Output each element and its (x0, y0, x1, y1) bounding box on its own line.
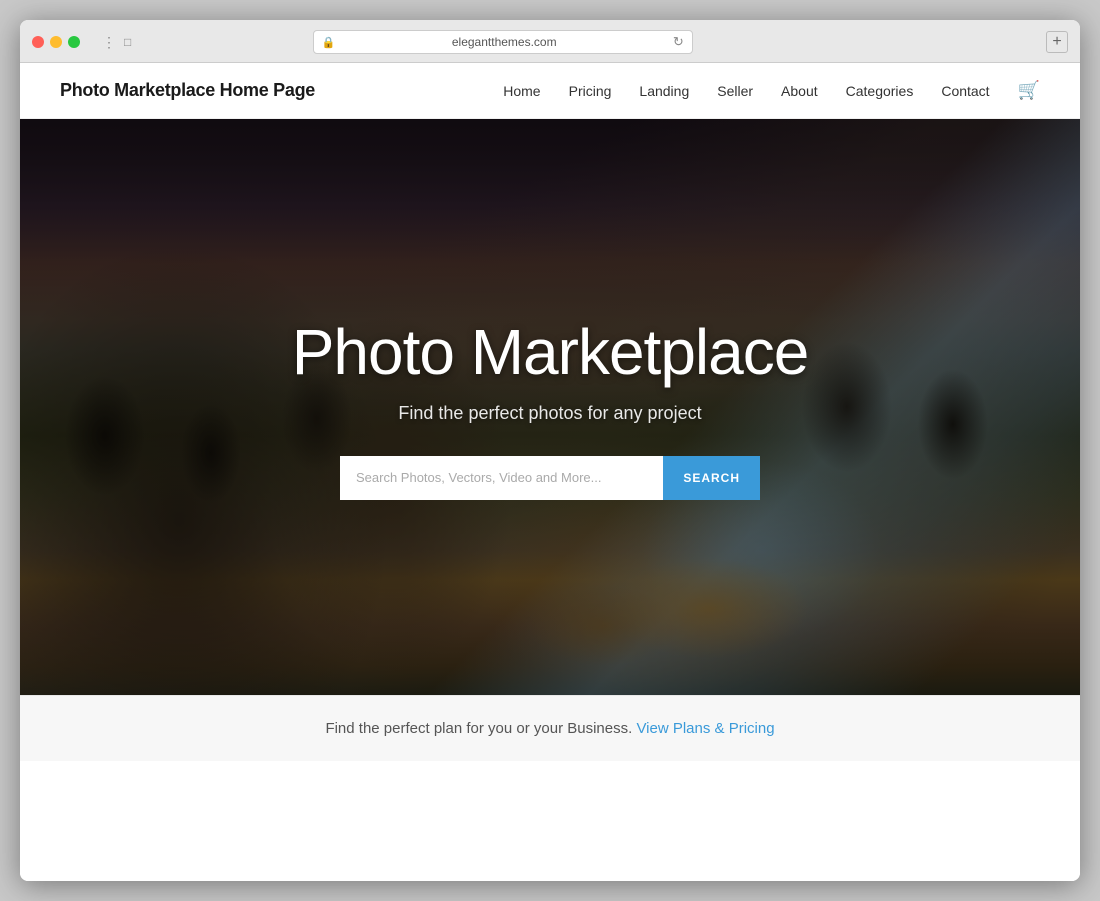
plans-bar: Find the perfect plan for you or your Bu… (20, 695, 1080, 761)
nav-home[interactable]: Home (503, 83, 540, 99)
browser-actions: + (1046, 31, 1068, 53)
nav-pricing[interactable]: Pricing (569, 83, 612, 99)
traffic-lights (32, 36, 80, 48)
traffic-light-yellow[interactable] (50, 36, 62, 48)
search-button[interactable]: SEARCH (663, 456, 760, 500)
plans-link[interactable]: View Plans & Pricing (636, 720, 774, 737)
nav-landing[interactable]: Landing (639, 83, 689, 99)
hero-content: Photo Marketplace Find the perfect photo… (272, 315, 829, 500)
site-header: Photo Marketplace Home Page Home Pricing… (20, 63, 1080, 119)
forward-icon[interactable]: □ (124, 35, 131, 49)
nav-about[interactable]: About (781, 83, 818, 99)
url-text: elegantthemes.com (342, 35, 667, 49)
hero-section: Photo Marketplace Find the perfect photo… (20, 119, 1080, 695)
traffic-light-green[interactable] (68, 36, 80, 48)
lock-icon: 🔒 (322, 36, 336, 49)
plans-text: Find the perfect plan for you or your Bu… (60, 720, 1040, 737)
hero-subtitle: Find the perfect photos for any project (292, 403, 809, 424)
traffic-light-red[interactable] (32, 36, 44, 48)
search-bar: SEARCH (340, 456, 760, 500)
browser-window: ⋮ □ 🔒 elegantthemes.com ↻ + Photo Market… (20, 20, 1080, 881)
new-tab-button[interactable]: + (1046, 31, 1068, 53)
search-input[interactable] (340, 456, 663, 500)
hero-title: Photo Marketplace (292, 315, 809, 389)
cart-icon[interactable]: 🛒 (1018, 80, 1040, 101)
site-logo: Photo Marketplace Home Page (60, 80, 315, 101)
address-bar[interactable]: 🔒 elegantthemes.com ↻ (313, 30, 693, 54)
site-nav: Home Pricing Landing Seller About Catego… (503, 80, 1040, 101)
browser-chrome: ⋮ □ 🔒 elegantthemes.com ↻ + (20, 20, 1080, 63)
nav-contact[interactable]: Contact (941, 83, 989, 99)
nav-categories[interactable]: Categories (846, 83, 914, 99)
back-icon[interactable]: ⋮ (102, 34, 116, 51)
content-area (20, 761, 1080, 881)
refresh-icon[interactable]: ↻ (673, 34, 684, 50)
nav-seller[interactable]: Seller (717, 83, 753, 99)
